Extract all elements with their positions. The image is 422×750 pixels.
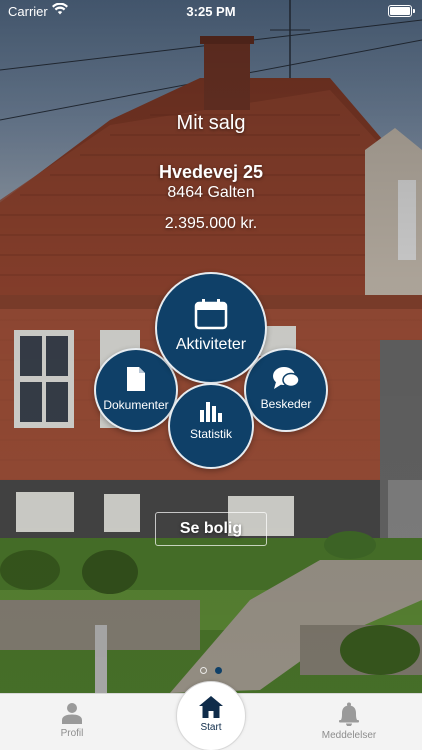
tab-start-label: Start [200, 722, 222, 733]
property-street: Hvedevej 25 [158, 162, 264, 182]
page-title: Mit salg [176, 112, 246, 134]
page-dot-1[interactable] [199, 667, 207, 674]
tab-meddelelser-label: Meddelelser [321, 730, 377, 741]
property-city: 8464 Galten [167, 184, 255, 201]
tab-profil[interactable]: Profil [22, 702, 122, 739]
dokumenter-label: Dokumenter [103, 398, 169, 412]
status-bar: Carrier 3:25 PM [0, 0, 422, 24]
se-bolig-button[interactable]: Se bolig [155, 512, 267, 546]
chat-bubble-icon [273, 367, 300, 389]
calendar-icon [194, 299, 228, 330]
bar-chart-icon [200, 402, 222, 422]
page-dot-2[interactable] [215, 667, 223, 674]
beskeder-button[interactable]: Beskeder [244, 348, 328, 432]
bell-icon [339, 702, 359, 726]
statistik-button[interactable]: Statistik [168, 383, 254, 469]
aktiviteter-label: Aktiviteter [175, 336, 247, 353]
tab-start[interactable]: Start [176, 681, 246, 750]
person-icon [62, 703, 82, 724]
property-price: 2.395.000 kr. [164, 215, 258, 232]
clock: 3:25 PM [186, 4, 236, 19]
beskeder-label: Beskeder [260, 397, 312, 411]
page-indicator[interactable] [0, 661, 422, 679]
tab-meddelelser[interactable]: Meddelelser [299, 702, 399, 741]
battery-icon [388, 5, 415, 17]
document-icon [127, 367, 145, 391]
tab-profil-label: Profil [60, 728, 84, 739]
aktiviteter-button[interactable]: Aktiviteter [155, 272, 267, 384]
statistik-label: Statistik [189, 427, 232, 441]
home-icon [199, 696, 223, 718]
